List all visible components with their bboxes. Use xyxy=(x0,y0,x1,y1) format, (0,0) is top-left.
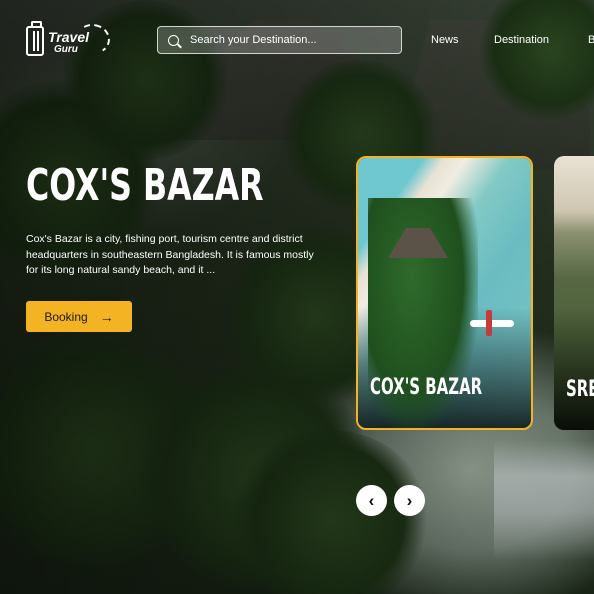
next-button[interactable]: › xyxy=(394,485,425,516)
destination-card-coxs-bazar[interactable]: COX'S BAZAR xyxy=(356,156,533,430)
previous-button[interactable]: ‹ xyxy=(356,485,387,516)
travel-guru-logo[interactable]: Travel Guru xyxy=(24,21,113,62)
search-placeholder: Search your Destination... xyxy=(190,34,317,46)
destination-card-label: SRE xyxy=(566,377,594,402)
logo-text-line2: Guru xyxy=(54,44,78,55)
search-icon xyxy=(168,34,179,46)
logo-swoosh-icon xyxy=(73,21,113,57)
search-input[interactable]: Search your Destination... xyxy=(157,26,402,54)
chevron-left-icon: ‹ xyxy=(368,490,375,510)
chevron-right-icon: › xyxy=(406,490,413,510)
luggage-icon xyxy=(26,21,44,56)
hero-title: COX'S BAZAR xyxy=(26,160,264,211)
nav-link-partial[interactable]: B xyxy=(588,34,594,46)
nav-link-destination[interactable]: Destination xyxy=(494,34,549,46)
arrow-right-icon: → xyxy=(99,308,114,325)
hero-description: Cox's Bazar is a city, fishing port, tou… xyxy=(26,233,314,276)
nav-link-news[interactable]: News xyxy=(431,34,459,46)
destination-card-next[interactable]: SRE xyxy=(554,156,594,430)
destination-card-label: COX'S BAZAR xyxy=(370,375,483,400)
booking-button-label: Booking xyxy=(44,309,88,324)
booking-button[interactable]: Booking → xyxy=(26,301,132,332)
